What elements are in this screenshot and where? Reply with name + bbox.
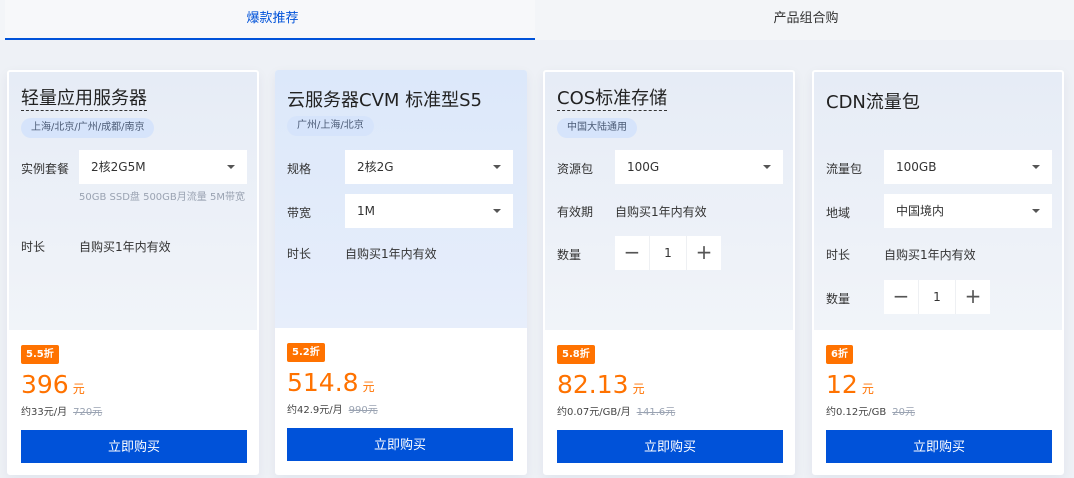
buy-button[interactable]: 立即购买 (557, 430, 783, 463)
duration-value: 自购买1年内有效 (79, 240, 171, 254)
region-value: 中国境内 (896, 204, 945, 218)
price-unit: 元 (632, 382, 645, 396)
duration-value: 自购买1年内有效 (345, 247, 437, 261)
plus-button[interactable]: + (687, 236, 721, 270)
plus-button[interactable]: + (956, 280, 990, 314)
price-value: 514.8 (287, 368, 359, 397)
per-price: 约33元/月 (21, 407, 68, 418)
pack-select[interactable]: 100G (615, 150, 783, 184)
quantity-input[interactable]: 1 (649, 236, 687, 270)
buy-button[interactable]: 立即购买 (287, 428, 513, 461)
chevron-down-icon (493, 209, 501, 213)
chevron-down-icon (493, 165, 501, 169)
validity-label: 有效期 (557, 205, 594, 219)
chevron-down-icon (1032, 165, 1040, 169)
card-title: 云服务器CVM 标准型S5 (287, 90, 483, 111)
pack-value: 100G (627, 160, 660, 174)
region-select[interactable]: 中国境内 (884, 194, 1052, 228)
duration-value: 自购买1年内有效 (884, 248, 976, 262)
product-card-cos: COS标准存储 中国大陆通用 资源包 100G 有效期 自购买1年内有效 数量 … (543, 70, 795, 475)
quantity-input[interactable]: 1 (918, 280, 956, 314)
minus-button[interactable]: − (615, 236, 649, 270)
region-label: 地域 (826, 206, 851, 220)
tab-bar: 爆款推荐 产品组合购 (0, 0, 1074, 40)
pack-select[interactable]: 100GB (884, 150, 1052, 184)
duration-label: 时长 (287, 247, 312, 261)
price-unit: 元 (72, 382, 85, 396)
chevron-down-icon (227, 165, 235, 169)
price: 396 元 (21, 370, 85, 399)
duration-label: 时长 (21, 240, 46, 254)
card-title[interactable]: 轻量应用服务器 (21, 88, 147, 111)
price-detail: 约42.9元/月 990元 (287, 401, 378, 416)
quantity-label: 数量 (826, 292, 851, 306)
price-value: 82.13 (557, 370, 629, 399)
plan-select[interactable]: 2核2G5M (79, 150, 247, 184)
minus-button[interactable]: − (884, 280, 918, 314)
region-tag: 上海/北京/广州/成都/南京 (21, 118, 155, 138)
spec-value: 2核2G (357, 160, 394, 174)
quantity-stepper: − 1 + (615, 236, 721, 270)
discount-badge: 5.2折 (287, 343, 325, 362)
original-price: 720元 (73, 407, 103, 418)
price-detail: 约0.12元/GB 20元 (826, 403, 915, 418)
card-title[interactable]: COS标准存储 (557, 88, 668, 111)
per-price: 约42.9元/月 (287, 405, 343, 416)
bandwidth-label: 带宽 (287, 206, 312, 220)
region-tag: 中国大陆通用 (557, 118, 637, 138)
price-detail: 约0.07元/GB/月 141.6元 (557, 403, 675, 418)
product-card-cdn: CDN流量包 流量包 100GB 地域 中国境内 时长 自购买1年内有效 数量 … (812, 70, 1064, 475)
chevron-down-icon (1032, 209, 1040, 213)
product-card-cvm: 云服务器CVM 标准型S5 广州/上海/北京 规格 2核2G 带宽 1M 时长 … (275, 70, 527, 475)
pack-label: 流量包 (826, 162, 863, 176)
price-unit: 元 (362, 380, 375, 394)
discount-badge: 5.8折 (557, 345, 595, 364)
card-title: CDN流量包 (826, 92, 920, 113)
quantity-label: 数量 (557, 248, 582, 262)
original-price: 20元 (892, 407, 915, 418)
price: 12 元 (826, 370, 874, 399)
spec-label: 规格 (287, 162, 312, 176)
discount-badge: 6折 (826, 345, 853, 364)
validity-value: 自购买1年内有效 (615, 205, 707, 219)
per-price: 约0.07元/GB/月 (557, 407, 631, 418)
plan-value: 2核2G5M (91, 160, 146, 174)
plan-note: 50GB SSD盘 500GB月流量 5M带宽 (79, 192, 245, 203)
product-card-lighthouse: 轻量应用服务器 上海/北京/广州/成都/南京 实例套餐 2核2G5M 50GB … (7, 70, 259, 475)
bandwidth-value: 1M (357, 204, 375, 218)
buy-button[interactable]: 立即购买 (21, 430, 247, 463)
discount-badge: 5.5折 (21, 345, 59, 364)
price: 514.8 元 (287, 368, 375, 397)
tab-product-bundle[interactable]: 产品组合购 (535, 0, 1072, 40)
price: 82.13 元 (557, 370, 645, 399)
plan-label: 实例套餐 (21, 162, 70, 176)
price-detail: 约33元/月 720元 (21, 403, 102, 418)
price-unit: 元 (861, 382, 874, 396)
per-price: 约0.12元/GB (826, 407, 887, 418)
region-tag: 广州/上海/北京 (287, 116, 374, 136)
buy-button[interactable]: 立即购买 (826, 430, 1052, 463)
original-price: 990元 (348, 405, 378, 416)
price-value: 12 (826, 370, 858, 399)
spec-select[interactable]: 2核2G (345, 150, 513, 184)
quantity-stepper: − 1 + (884, 280, 990, 314)
duration-label: 时长 (826, 248, 851, 262)
chevron-down-icon (763, 165, 771, 169)
tab-hot-recommend[interactable]: 爆款推荐 (5, 0, 535, 40)
price-value: 396 (21, 370, 69, 399)
bandwidth-select[interactable]: 1M (345, 194, 513, 228)
pack-value: 100GB (896, 160, 937, 174)
original-price: 141.6元 (636, 407, 676, 418)
pack-label: 资源包 (557, 162, 594, 176)
